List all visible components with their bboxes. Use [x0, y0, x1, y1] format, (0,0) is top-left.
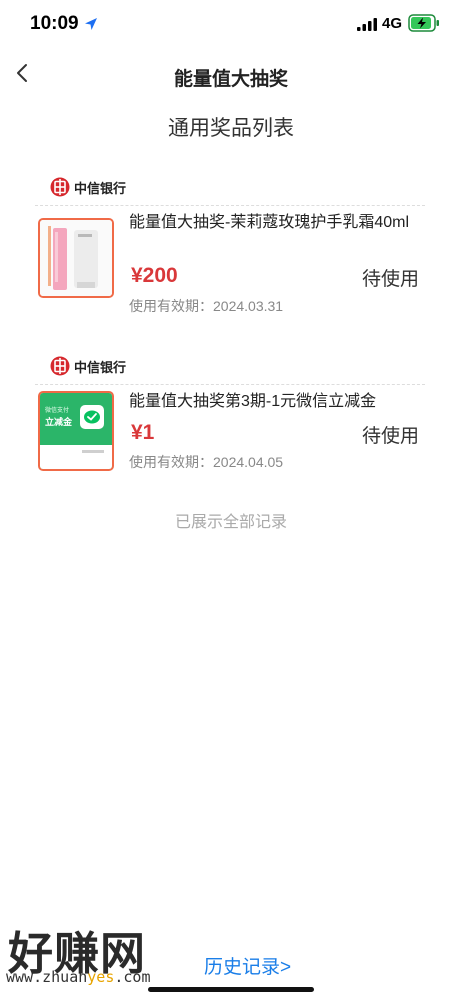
- prize-expiry: 使用有效期：2024.03.31: [129, 298, 284, 314]
- battery-charging-icon: [408, 14, 439, 32]
- network-type: 4G: [382, 15, 403, 32]
- prize-price: ¥1: [131, 421, 155, 444]
- wechat-pay-coupon-icon: 微信支付 立减金: [40, 393, 112, 469]
- prize-status: 待使用: [361, 426, 419, 447]
- history-records-link[interactable]: 历史记录>: [204, 952, 291, 979]
- bank-header: 中信银行: [50, 355, 126, 377]
- citic-bank-logo-icon: [50, 356, 70, 376]
- nav-bar: 能量值大抽奖: [0, 52, 462, 96]
- prize-thumbnail[interactable]: 微信支付 立减金: [38, 391, 114, 471]
- bank-name: 中信银行: [74, 180, 127, 196]
- prize-thumbnail[interactable]: [38, 218, 114, 298]
- watermark-url: www.zhuanyes.com: [6, 968, 151, 986]
- divider: [35, 205, 425, 206]
- cellular-signal-icon: [357, 18, 377, 31]
- prize-title: 能量值大抽奖第3期-1元微信立减金: [129, 393, 377, 410]
- prize-expiry: 使用有效期：2024.04.05: [129, 454, 284, 470]
- status-bar: 10:09 4G: [0, 0, 462, 50]
- list-subtitle: 通用奖品列表: [168, 117, 294, 140]
- hand-cream-tube-icon: [40, 220, 112, 296]
- end-of-list-note: 已展示全部记录: [174, 514, 287, 531]
- citic-bank-logo-icon: [50, 177, 70, 197]
- status-time: 10:09: [30, 13, 79, 34]
- coupon-label-top: 微信支付: [45, 408, 70, 414]
- bank-name: 中信银行: [74, 359, 127, 375]
- prize-title: 能量值大抽奖-茉莉蔻玫瑰护手乳霜40ml: [129, 214, 410, 231]
- prize-status: 待使用: [361, 269, 419, 290]
- prize-card[interactable]: 中信银行 能量值大抽奖-茉莉蔻玫瑰护手乳霜40ml ¥200 待使用 使用有效期…: [35, 176, 425, 326]
- location-arrow-icon: [85, 18, 97, 30]
- prize-price: ¥200: [131, 264, 178, 287]
- bank-header: 中信银行: [50, 176, 126, 198]
- home-indicator: [148, 987, 314, 992]
- coupon-label-main: 立减金: [45, 417, 73, 427]
- wechat-pay-check-icon: [80, 405, 104, 429]
- divider: [35, 384, 425, 385]
- prize-card[interactable]: 中信银行 微信支付 立减金 能量值大抽奖第3期-1元微信立减金 ¥1 待使用 使…: [35, 355, 425, 485]
- page-title: 能量值大抽奖: [173, 69, 288, 90]
